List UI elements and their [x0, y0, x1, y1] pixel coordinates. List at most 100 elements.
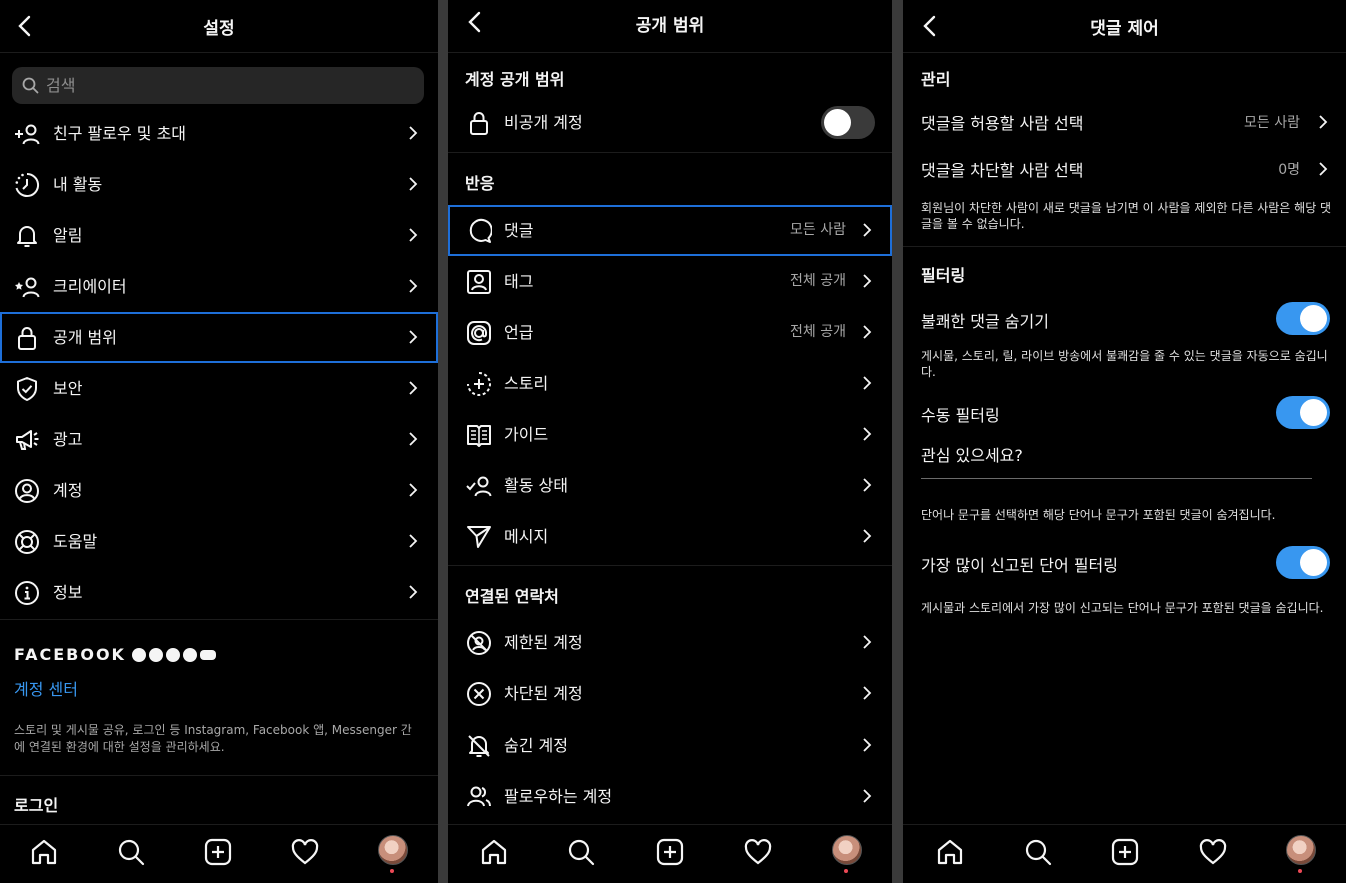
menu-item-ads[interactable]: 광고: [0, 414, 438, 465]
interaction-row-messages[interactable]: 메시지: [448, 511, 892, 562]
most-reported-toggle[interactable]: [1276, 546, 1330, 579]
connection-row-following[interactable]: 팔로우하는 계정: [448, 771, 892, 822]
menu-item-invite[interactable]: 친구 팔로우 및 초대: [0, 108, 438, 159]
section-title-account-privacy: 계정 공개 범위: [465, 70, 565, 89]
menu-item-privacy[interactable]: 공개 범위: [0, 312, 438, 363]
menu-item-account[interactable]: 계정: [0, 465, 438, 516]
search-bar[interactable]: [12, 67, 424, 104]
keyword-input-row[interactable]: 관심 있으세요?: [903, 438, 1346, 480]
new-post-icon[interactable]: [655, 837, 685, 867]
menu-item-creator[interactable]: 크리에이터: [0, 261, 438, 312]
home-icon[interactable]: [935, 837, 965, 867]
story-add-icon: [467, 372, 491, 396]
input-underline: [921, 478, 1312, 479]
menu-item-label: 알림: [53, 226, 83, 245]
interaction-row-activity-status[interactable]: 활동 상태: [448, 460, 892, 511]
page-title: 공개 범위: [635, 16, 705, 36]
lifebuoy-icon: [15, 530, 39, 554]
activity-icon: [15, 172, 40, 197]
connection-row-restricted[interactable]: 제한된 계정: [448, 617, 892, 668]
block-comments-row[interactable]: 댓글을 차단할 사람 선택 0명: [903, 147, 1346, 191]
search-input[interactable]: [46, 67, 406, 104]
row-value: 전체 공개: [790, 324, 846, 340]
menu-item-activity[interactable]: 내 활동: [0, 159, 438, 210]
row-label: 활동 상태: [504, 476, 568, 495]
page-title: 댓글 제어: [1090, 19, 1159, 39]
settings-header: 설정: [0, 0, 438, 53]
block-comments-label: 댓글을 차단할 사람 선택: [921, 161, 1084, 180]
notification-dot: [844, 869, 848, 873]
row-label: 스토리: [504, 374, 549, 393]
row-label: 숨긴 계정: [504, 736, 568, 755]
bottom-tab-bar: [0, 824, 438, 883]
heart-icon[interactable]: [743, 837, 773, 867]
chevron-right-icon: [409, 432, 418, 446]
new-post-icon[interactable]: [1110, 837, 1140, 867]
menu-item-label: 친구 팔로우 및 초대: [53, 124, 187, 143]
bottom-tab-bar: [903, 824, 1346, 883]
account-icon: [15, 479, 39, 503]
search-icon[interactable]: [116, 837, 146, 867]
chevron-right-icon: [863, 325, 872, 339]
accounts-center-link[interactable]: 계정 센터: [14, 676, 78, 700]
divider: [448, 152, 892, 153]
connection-row-muted[interactable]: 숨긴 계정: [448, 720, 892, 771]
facebook-icon: [132, 648, 146, 662]
interaction-row-tags[interactable]: 태그 전체 공개: [448, 256, 892, 307]
interaction-row-comments[interactable]: 댓글 모든 사람: [448, 205, 892, 256]
menu-item-label: 정보: [53, 583, 83, 602]
hide-offensive-toggle[interactable]: [1276, 302, 1330, 335]
lock-icon: [470, 112, 488, 135]
chevron-right-icon: [409, 279, 418, 293]
profile-avatar[interactable]: [378, 835, 408, 865]
connection-row-blocked[interactable]: 차단된 계정: [448, 668, 892, 719]
meta-app-icons: [132, 648, 216, 662]
manual-filter-note: 단어나 문구를 선택하면 해당 단어나 문구가 포함된 댓글이 숨겨집니다.: [921, 508, 1276, 522]
chevron-right-icon: [409, 330, 418, 344]
home-icon[interactable]: [29, 837, 59, 867]
search-icon[interactable]: [1023, 837, 1053, 867]
most-reported-label: 가장 많이 신고된 단어 필터링: [921, 556, 1118, 575]
chevron-right-icon: [1319, 162, 1328, 176]
divider: [448, 565, 892, 566]
menu-item-label: 크리에이터: [53, 277, 127, 296]
interaction-row-story[interactable]: 스토리: [448, 358, 892, 409]
comment-controls-panel: 댓글 제어 관리 댓글을 허용할 사람 선택 모든 사람 댓글을 차단할 사람 …: [903, 0, 1346, 883]
menu-item-help[interactable]: 도움말: [0, 516, 438, 567]
profile-avatar[interactable]: [1286, 835, 1316, 865]
private-account-label: 비공개 계정: [504, 113, 583, 132]
search-icon[interactable]: [566, 837, 596, 867]
interaction-row-guides[interactable]: 가이드: [448, 409, 892, 460]
blocked-icon: [467, 682, 491, 706]
private-account-toggle[interactable]: [821, 106, 875, 139]
privacy-panel: 공개 범위 계정 공개 범위 비공개 계정 반응 댓글 모든 사람 태그 전체 …: [448, 0, 892, 883]
row-label: 제한된 계정: [504, 633, 583, 652]
menu-item-security[interactable]: 보안: [0, 363, 438, 414]
toggle-knob: [824, 109, 851, 136]
menu-item-label: 내 활동: [53, 175, 103, 194]
manual-filter-toggle[interactable]: [1276, 396, 1330, 429]
heart-icon[interactable]: [290, 837, 320, 867]
menu-item-label: 공개 범위: [53, 328, 117, 347]
keyword-input-placeholder[interactable]: 관심 있으세요?: [921, 442, 1023, 466]
chevron-right-icon: [409, 228, 418, 242]
allow-comments-row[interactable]: 댓글을 허용할 사람 선택 모든 사람: [903, 100, 1346, 144]
megaphone-icon: [16, 430, 39, 450]
chevron-right-icon: [409, 177, 418, 191]
chevron-right-icon: [863, 789, 872, 803]
new-post-icon[interactable]: [203, 837, 233, 867]
menu-item-notifications[interactable]: 알림: [0, 210, 438, 261]
row-value: 전체 공개: [790, 273, 846, 289]
chevron-right-icon: [409, 534, 418, 548]
bottom-tab-bar: [448, 824, 892, 883]
menu-item-label: 계정: [53, 481, 83, 500]
profile-avatar[interactable]: [832, 835, 862, 865]
menu-item-about[interactable]: 정보: [0, 567, 438, 618]
row-label: 메시지: [504, 527, 549, 546]
interaction-row-mentions[interactable]: 언급 전체 공개: [448, 307, 892, 358]
most-reported-note: 게시물과 스토리에서 가장 많이 신고되는 단어나 문구가 포함된 댓글을 숨깁…: [921, 601, 1324, 615]
notification-dot: [390, 869, 394, 873]
heart-icon[interactable]: [1198, 837, 1228, 867]
home-icon[interactable]: [479, 837, 509, 867]
add-person-icon: [15, 124, 40, 145]
